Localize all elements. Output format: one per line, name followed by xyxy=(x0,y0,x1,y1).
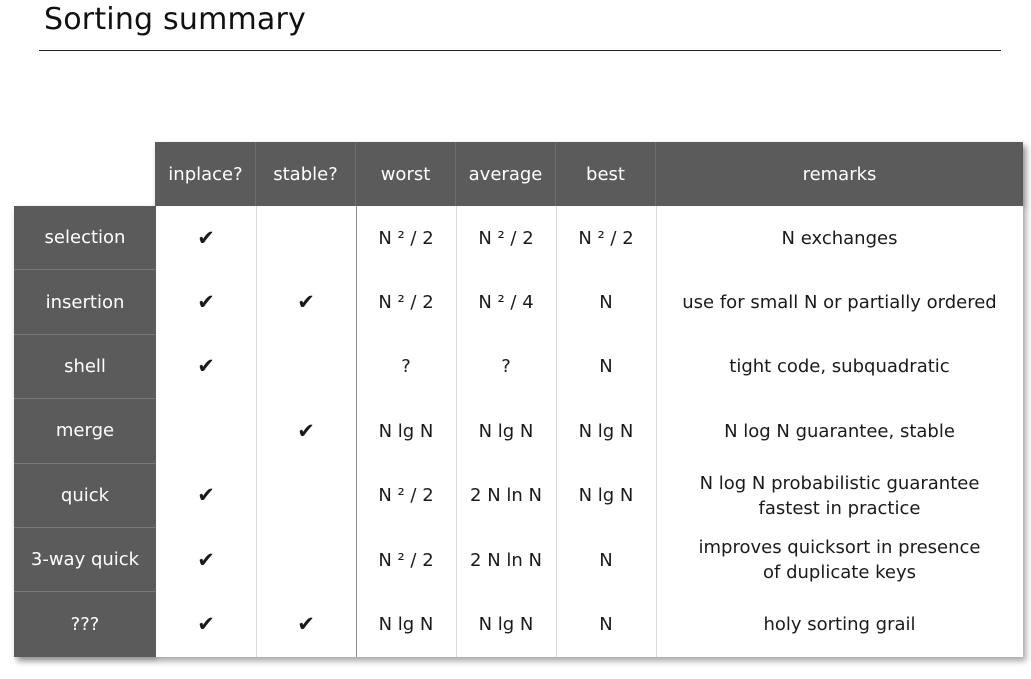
cell-average: 2 N ln N xyxy=(456,528,556,593)
row-header-4: quick xyxy=(14,463,156,528)
column-header-remarks: remarks xyxy=(656,142,1023,206)
cell-worst: N ² / 2 xyxy=(356,270,456,335)
column-header-stable: stable? xyxy=(256,142,356,206)
cell-worst: N lg N xyxy=(356,399,456,464)
remark-line: tight code, subquadratic xyxy=(729,356,950,378)
column-divider xyxy=(256,206,257,657)
sorting-summary-table: inplace? stable? worst average best remarks se… xyxy=(0,0,1031,679)
cell-remarks: N log N guarantee, stable xyxy=(656,399,1023,464)
cell-remarks: N exchanges xyxy=(656,206,1023,271)
cell-best: N xyxy=(556,528,656,593)
checkmark-icon: ✔ xyxy=(156,592,256,657)
cell-best: N xyxy=(556,270,656,335)
remark-line: N log N guarantee, stable xyxy=(724,420,955,442)
cell-average: N lg N xyxy=(456,592,556,657)
remark-line: improves quicksort in presence xyxy=(698,537,981,559)
cell-best: N xyxy=(556,334,656,400)
column-divider xyxy=(356,206,357,657)
column-header-best: best xyxy=(556,142,656,206)
cell-stable xyxy=(256,334,356,400)
cell-best: N lg N xyxy=(556,463,656,528)
cell-best: N lg N xyxy=(556,399,656,464)
row-header-2: shell xyxy=(14,334,156,400)
cell-best: N ² / 2 xyxy=(556,206,656,271)
checkmark-icon: ✔ xyxy=(156,206,256,271)
cell-remarks: improves quicksort in presence of duplica… xyxy=(656,528,1023,593)
cell-worst: N ² / 2 xyxy=(356,528,456,593)
cell-stable xyxy=(256,528,356,593)
checkmark-icon: ✔ xyxy=(156,270,256,335)
remark-line: N exchanges xyxy=(781,227,898,249)
cell-average: 2 N ln N xyxy=(456,463,556,528)
remark-line: use for small N or partially ordered xyxy=(682,292,997,314)
column-divider xyxy=(456,206,457,657)
checkmark-icon: ✔ xyxy=(156,528,256,593)
cell-remarks: use for small N or partially ordered xyxy=(656,270,1023,335)
row-header-3: merge xyxy=(14,399,156,464)
row-header-0: selection xyxy=(14,206,156,271)
remark-line: holy sorting grail xyxy=(763,614,916,636)
cell-stable xyxy=(256,206,356,271)
row-header-6: ??? xyxy=(14,592,156,657)
cell-average: ? xyxy=(456,334,556,400)
cell-average: N lg N xyxy=(456,399,556,464)
checkmark-icon: ✔ xyxy=(256,399,356,464)
cell-worst: ? xyxy=(356,334,456,400)
cell-worst: N ² / 2 xyxy=(356,463,456,528)
cell-stable xyxy=(256,463,356,528)
cell-remarks: holy sorting grail xyxy=(656,592,1023,657)
cell-average: N ² / 2 xyxy=(456,206,556,271)
row-header-1: insertion xyxy=(14,270,156,335)
column-divider xyxy=(556,206,557,657)
row-header-5: 3-way quick xyxy=(14,528,156,593)
checkmark-icon: ✔ xyxy=(256,270,356,335)
remark-line: N log N probabilistic guarantee xyxy=(699,472,980,494)
cell-remarks: tight code, subquadratic xyxy=(656,334,1023,400)
remark-line: fastest in practice xyxy=(758,497,921,519)
checkmark-icon: ✔ xyxy=(256,592,356,657)
column-header-worst: worst xyxy=(356,142,456,206)
checkmark-icon: ✔ xyxy=(156,463,256,528)
column-header-inplace: inplace? xyxy=(156,142,256,206)
cell-best: N xyxy=(556,592,656,657)
cell-remarks: N log N probabilistic guarantee fastest i… xyxy=(656,463,1023,528)
cell-inplace xyxy=(156,399,256,464)
column-divider xyxy=(656,206,657,657)
cell-worst: N lg N xyxy=(356,592,456,657)
column-header-average: average xyxy=(456,142,556,206)
remark-line: of duplicate keys xyxy=(763,562,916,584)
cell-average: N ² / 4 xyxy=(456,270,556,335)
cell-worst: N ² / 2 xyxy=(356,206,456,271)
checkmark-icon: ✔ xyxy=(156,334,256,400)
